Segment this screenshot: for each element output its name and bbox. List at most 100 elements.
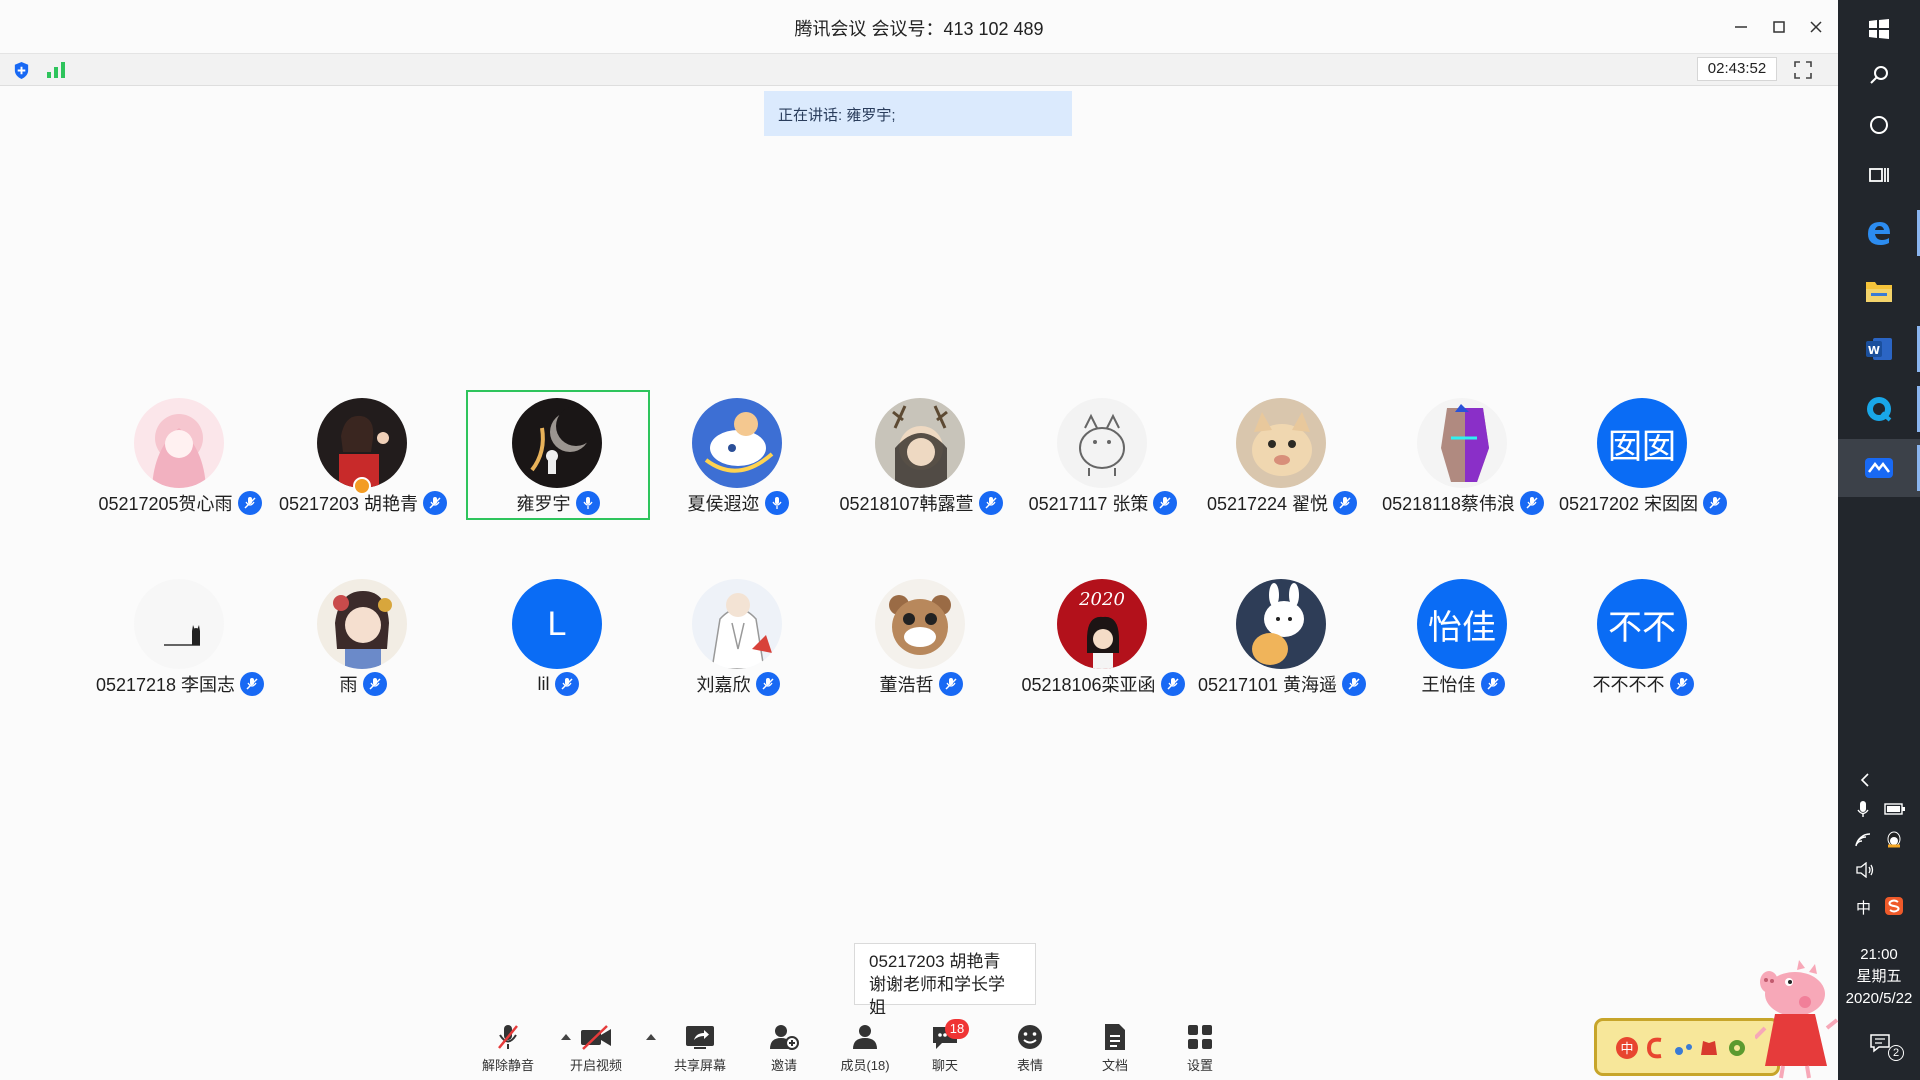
participant-name: 05218118蔡伟浪 xyxy=(1382,494,1515,514)
start-video-button[interactable]: 开启视频 xyxy=(556,1022,636,1078)
mic-muted-icon xyxy=(938,672,963,696)
avatar: L xyxy=(512,579,602,669)
avatar xyxy=(317,579,407,669)
audio-options-caret-icon[interactable] xyxy=(559,1032,573,1042)
participant-tile[interactable]: 05218118蔡伟浪 xyxy=(1371,390,1555,520)
qq-tray-icon[interactable] xyxy=(1884,830,1904,850)
word-icon[interactable]: W xyxy=(1838,320,1920,378)
participant-tile[interactable]: 2020 05218106栾亚函 xyxy=(1011,571,1195,701)
mic-muted-icon xyxy=(1153,491,1178,515)
participant-name: 05218107韩露萱 xyxy=(839,494,974,514)
mic-on-icon xyxy=(575,491,600,515)
signal-icon[interactable] xyxy=(46,62,66,78)
chat-sender: 05217203 胡艳青 xyxy=(869,952,1001,971)
speaking-indicator: 正在讲话: 雍罗宇; xyxy=(764,91,1072,136)
invite-label: 邀请 xyxy=(770,1058,797,1073)
ime-toolbar-icons: 中 xyxy=(1616,1037,1745,1059)
emoji-icon xyxy=(1013,1022,1047,1052)
file-explorer-icon[interactable] xyxy=(1838,262,1920,320)
ime-indicator[interactable]: 中 xyxy=(1856,897,1871,918)
tencent-meeting-icon[interactable] xyxy=(1838,439,1920,497)
avatar xyxy=(512,398,602,488)
fullscreen-icon[interactable] xyxy=(1793,60,1813,80)
meeting-timer: 02:43:52 xyxy=(1697,57,1777,81)
members-label: 成员(18) xyxy=(840,1058,890,1073)
unmute-button[interactable]: 解除静音 xyxy=(468,1022,548,1078)
task-view-icon[interactable] xyxy=(1838,146,1920,204)
svg-text:中: 中 xyxy=(1620,1042,1633,1057)
participant-tile[interactable]: 囡囡 05217202 宋囡囡 xyxy=(1551,390,1735,520)
chat-message-popup[interactable]: 05217203 胡艳青 谢谢老师和学长学姐 xyxy=(854,943,1036,1017)
invite-button[interactable]: 邀请 xyxy=(744,1022,824,1078)
participant-tile[interactable]: 怡佳 王怡佳 xyxy=(1371,571,1555,701)
mic-muted-icon xyxy=(554,672,579,696)
avatar xyxy=(1417,398,1507,488)
edge-icon[interactable] xyxy=(1838,204,1920,262)
settings-label: 设置 xyxy=(1186,1058,1213,1073)
participant-tile-active[interactable]: 雍罗宇 xyxy=(466,390,650,520)
participant-name: 刘嘉欣 xyxy=(696,675,751,695)
share-screen-button[interactable]: 共享屏幕 xyxy=(660,1022,740,1078)
avatar: 囡囡 xyxy=(1597,398,1687,488)
close-icon[interactable] xyxy=(1803,14,1829,40)
sogou-ime-icon[interactable] xyxy=(1884,896,1904,916)
volume-icon[interactable] xyxy=(1855,862,1875,878)
shield-icon[interactable] xyxy=(12,61,31,80)
participant-tile[interactable]: 05217203 胡艳青 xyxy=(271,390,455,520)
participant-tile[interactable]: 05217224 翟悦 xyxy=(1190,390,1374,520)
invite-icon xyxy=(767,1022,801,1052)
participant-tile[interactable]: 夏侯遐迩 xyxy=(646,390,830,520)
settings-button[interactable]: 设置 xyxy=(1160,1022,1240,1078)
participant-tile[interactable]: 不不 不不不不 xyxy=(1551,571,1735,701)
start-video-label: 开启视频 xyxy=(569,1058,622,1073)
maximize-icon[interactable] xyxy=(1766,14,1792,40)
avatar: 2020 xyxy=(1057,579,1147,669)
mic-muted-icon xyxy=(1703,491,1728,515)
battery-icon[interactable] xyxy=(1884,802,1906,816)
settings-icon xyxy=(1183,1022,1217,1052)
emoji-label: 表情 xyxy=(1016,1058,1043,1073)
title-bar: 腾讯会议 会议号：413 102 489 xyxy=(0,0,1838,54)
participant-tile[interactable]: 雨 xyxy=(271,571,455,701)
avatar xyxy=(1236,398,1326,488)
mic-muted-icon xyxy=(1333,491,1358,515)
participant-tile[interactable]: 05217117 张策 xyxy=(1011,390,1195,520)
avatar xyxy=(692,579,782,669)
meeting-title: 腾讯会议 会议号：413 102 489 xyxy=(794,19,1044,39)
wifi-icon[interactable] xyxy=(1854,832,1874,848)
avatar xyxy=(1236,579,1326,669)
chevron-left-icon[interactable] xyxy=(1858,772,1874,788)
emoji-button[interactable]: 表情 xyxy=(990,1022,1070,1078)
participant-tile[interactable]: 董浩哲 xyxy=(829,571,1013,701)
participant-tile[interactable]: 刘嘉欣 xyxy=(646,571,830,701)
minimize-icon[interactable] xyxy=(1728,14,1754,40)
meeting-window: 腾讯会议 会议号：413 102 489 02:43:52 正在讲话: 雍罗宇; xyxy=(0,0,1838,1080)
participant-tile[interactable]: 05217205贺心雨 xyxy=(88,390,272,520)
participant-tile[interactable]: L lil xyxy=(466,571,650,701)
avatar xyxy=(134,398,224,488)
participant-tile[interactable]: 05217101 黄海遥 xyxy=(1190,571,1374,701)
video-options-caret-icon[interactable] xyxy=(644,1032,658,1042)
microphone-tray-icon[interactable] xyxy=(1855,800,1871,818)
avatar xyxy=(692,398,782,488)
participant-name: 05217224 翟悦 xyxy=(1206,494,1329,514)
mic-muted-icon xyxy=(978,491,1003,515)
mic-muted-icon xyxy=(1519,491,1544,515)
system-clock[interactable]: 21:00 星期五 2020/5/22 xyxy=(1838,944,1920,1010)
muted-mic-icon xyxy=(491,1022,525,1052)
ime-skin-toolbar[interactable]: 中 xyxy=(1594,1018,1780,1076)
share-screen-icon xyxy=(683,1022,717,1052)
participant-tile[interactable]: 05217218 李国志 xyxy=(88,571,272,701)
mic-muted-icon xyxy=(1342,672,1367,696)
avatar xyxy=(875,579,965,669)
participant-tile[interactable]: 05218107韩露萱 xyxy=(829,390,1013,520)
members-button[interactable]: 成员(18) xyxy=(825,1022,905,1078)
mic-muted-icon xyxy=(1669,672,1694,696)
mic-muted-icon xyxy=(1160,672,1185,696)
avatar: 怡佳 xyxy=(1417,579,1507,669)
qq-browser-icon[interactable] xyxy=(1838,380,1920,438)
participant-name: 05217205贺心雨 xyxy=(98,494,233,514)
participant-name: 不不不不 xyxy=(1592,675,1665,695)
document-button[interactable]: 文档 xyxy=(1075,1022,1155,1078)
participant-name: 05217202 宋囡囡 xyxy=(1558,494,1699,514)
